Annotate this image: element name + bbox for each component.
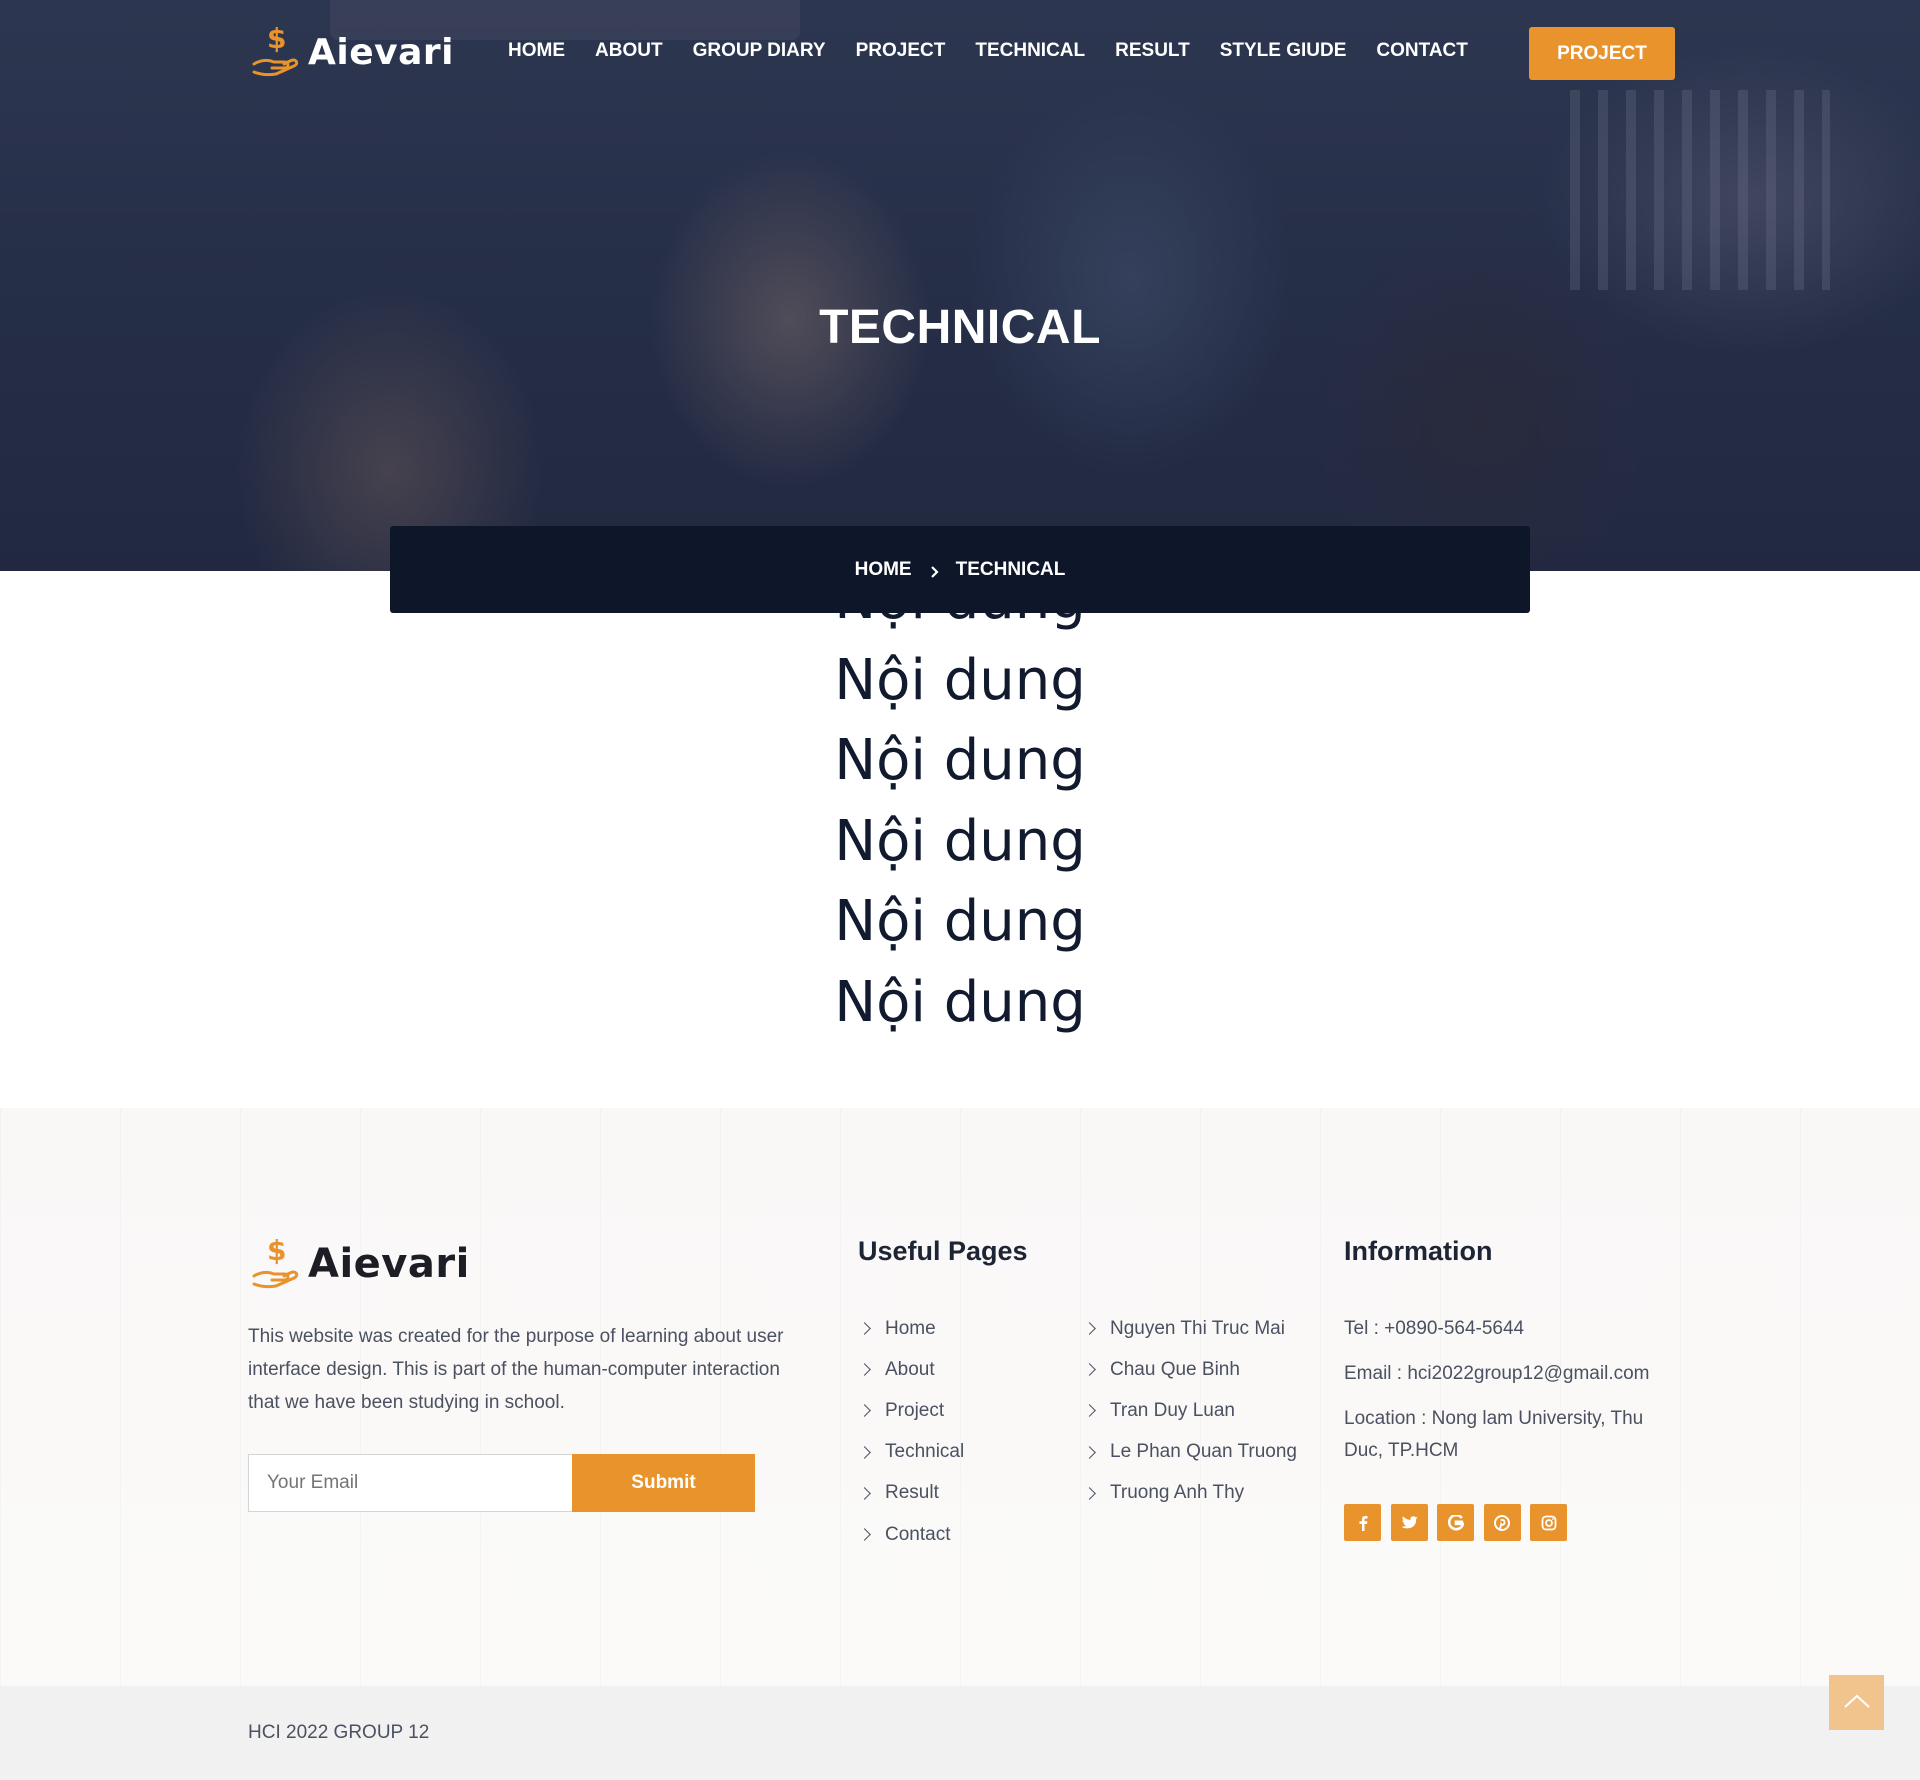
nav-home[interactable]: HOME	[508, 40, 565, 62]
footer-link-technical[interactable]: Technical	[858, 1432, 964, 1473]
chevron-right-icon	[858, 1363, 871, 1377]
contact-tel: Tel : +0890-564-5644	[1344, 1318, 1525, 1339]
footer-link-about[interactable]: About	[858, 1349, 964, 1390]
footer-link-contact[interactable]: Contact	[858, 1514, 964, 1555]
page-title: TECHNICAL	[819, 301, 1101, 354]
footer-logo-text: Aievari	[308, 1241, 470, 1287]
pinterest-icon[interactable]	[1483, 1504, 1521, 1541]
chevron-right-icon	[1083, 1322, 1096, 1335]
breadcrumb-home[interactable]: HOME	[855, 559, 912, 581]
member-link[interactable]: Truong Anh Thy	[1083, 1473, 1297, 1514]
footer: $ Aievari This website was created for t…	[0, 1108, 1920, 1686]
member-link[interactable]: Tran Duy Luan	[1083, 1390, 1297, 1431]
site-logo[interactable]: $ Aievari	[250, 22, 454, 80]
nav-contact[interactable]: CONTACT	[1376, 40, 1467, 62]
copyright-bar: HCI 2022 GROUP 12	[0, 1686, 1920, 1780]
google-icon[interactable]	[1437, 1504, 1474, 1541]
content-line: Nội dung	[834, 889, 1086, 954]
chevron-right-icon	[858, 1445, 871, 1459]
instagram-icon[interactable]	[1530, 1504, 1567, 1541]
money-hand-logo-icon: $	[250, 1234, 300, 1292]
newsletter-submit-button[interactable]: Submit	[572, 1454, 755, 1512]
chevron-right-icon	[1083, 1363, 1096, 1377]
nav-about[interactable]: ABOUT	[595, 40, 663, 62]
chevron-right-icon	[1083, 1445, 1096, 1459]
breadcrumb: HOME TECHNICAL	[390, 526, 1530, 613]
nav-technical[interactable]: TECHNICAL	[975, 40, 1085, 62]
social-links	[1344, 1504, 1577, 1541]
chevron-right-icon	[1083, 1404, 1096, 1418]
twitter-icon[interactable]	[1390, 1504, 1428, 1541]
content-line: Nội dung	[834, 969, 1086, 1035]
useful-pages-heading: Useful Pages	[858, 1236, 1028, 1266]
contact-email: Email : hci2022group12@gmail.com	[1344, 1363, 1650, 1384]
logo-text: Aievari	[308, 31, 454, 73]
main-menu: HOME ABOUT GROUP DIARY PROJECT TECHNICAL…	[508, 40, 1498, 62]
member-link[interactable]: Le Phan Quan Truong	[1083, 1432, 1297, 1473]
hero-background-windows	[1570, 90, 1830, 290]
footer-description: This website was created for the purpose…	[248, 1326, 784, 1413]
contact-location: Location : Nong lam University, Thu Duc,…	[1344, 1408, 1644, 1461]
main-content: Nội dung Nội dung Nội dung Nội dung Nội …	[0, 560, 1920, 1043]
content-line: Nội dung	[834, 808, 1086, 874]
information-heading: Information	[1344, 1236, 1493, 1266]
project-cta-button[interactable]: PROJECT	[1529, 27, 1675, 80]
footer-link-result[interactable]: Result	[858, 1473, 964, 1514]
footer-link-project[interactable]: Project	[858, 1390, 964, 1431]
copyright-text: HCI 2022 GROUP 12	[248, 1722, 430, 1743]
content-line: Nội dung	[834, 728, 1086, 793]
chevron-right-icon	[858, 1404, 871, 1418]
members-list: Nguyen Thi Truc Mai Chau Que Binh Tran D…	[1083, 1308, 1297, 1514]
nav-group-diary[interactable]: GROUP DIARY	[693, 40, 826, 62]
chevron-right-icon	[858, 1486, 871, 1500]
nav-style-guide[interactable]: STYLE GIUDE	[1220, 40, 1347, 62]
member-link[interactable]: Nguyen Thi Truc Mai	[1083, 1308, 1297, 1349]
scroll-to-top-button[interactable]	[1829, 1675, 1884, 1730]
member-link[interactable]: Chau Que Binh	[1083, 1349, 1297, 1390]
footer-logo[interactable]: $ Aievari	[250, 1234, 470, 1292]
main-navbar: $ Aievari HOME ABOUT GROUP DIARY PROJECT…	[0, 0, 1920, 110]
chevron-up-icon	[1843, 1693, 1871, 1712]
breadcrumb-current: TECHNICAL	[955, 558, 1066, 580]
nav-result[interactable]: RESULT	[1115, 40, 1190, 62]
svg-text:$: $	[267, 1236, 286, 1267]
footer-link-home[interactable]: Home	[858, 1308, 964, 1349]
money-hand-logo-icon: $	[250, 22, 300, 80]
facebook-icon[interactable]	[1344, 1504, 1381, 1541]
useful-pages-list: Home About Project Technical Result Cont…	[858, 1308, 964, 1555]
svg-text:$: $	[267, 24, 286, 55]
newsletter-email-input[interactable]	[248, 1454, 573, 1512]
nav-project[interactable]: PROJECT	[856, 40, 946, 62]
chevron-right-icon	[928, 563, 942, 578]
chevron-right-icon	[858, 1528, 871, 1541]
chevron-right-icon	[1083, 1486, 1096, 1500]
chevron-right-icon	[858, 1322, 871, 1335]
content-line: Nội dung	[834, 647, 1086, 713]
